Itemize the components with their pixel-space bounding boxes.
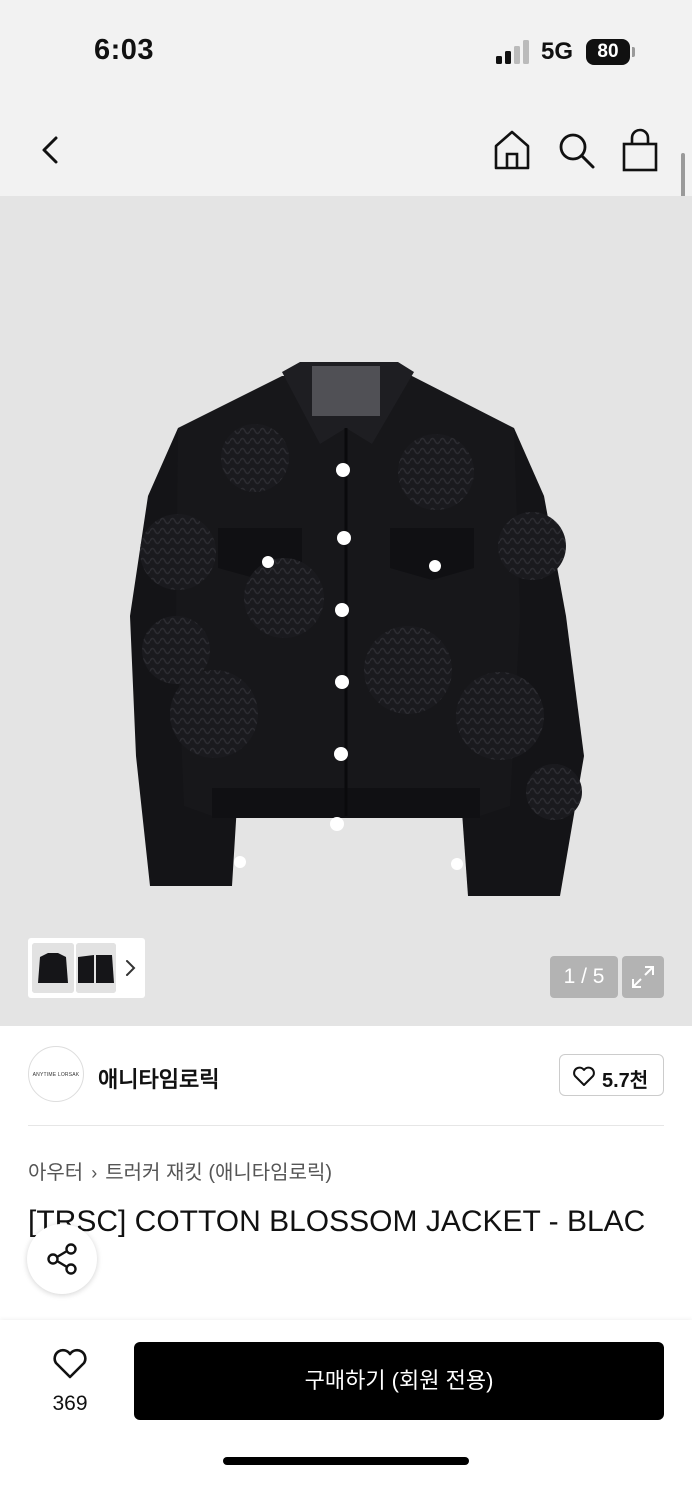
- bottom-bar: 369 구매하기 (회원 전용): [0, 1320, 692, 1500]
- breadcrumb-subcategory[interactable]: 트러커 재킷 (애니타임로릭): [105, 1162, 332, 1184]
- signal-icon: [496, 40, 529, 64]
- product-gallery[interactable]: 1 / 5: [0, 196, 692, 1026]
- heart-icon: [53, 1348, 87, 1379]
- search-icon[interactable]: [556, 130, 596, 170]
- expand-icon: [632, 966, 654, 988]
- chevron-right-icon[interactable]: [124, 958, 136, 978]
- brand-logo[interactable]: ANYTIME LORSAK: [28, 1046, 84, 1102]
- brand-row: ANYTIME LORSAK 애니타임로릭 5.7천: [0, 1026, 692, 1126]
- share-button[interactable]: [27, 1224, 97, 1294]
- divider: [28, 1125, 664, 1126]
- product-title: [TRSC] COTTON BLOSSOM JACKET - BLAC: [28, 1205, 646, 1238]
- image-counter: 1 / 5: [550, 956, 618, 998]
- back-icon[interactable]: [36, 130, 64, 170]
- battery-icon: 80: [586, 39, 630, 65]
- top-nav: [0, 100, 692, 196]
- status-time: 6:03: [94, 34, 155, 66]
- wishlist-button[interactable]: 369: [28, 1346, 112, 1426]
- chevron-right-icon: ›: [91, 1163, 98, 1183]
- thumbnail-1[interactable]: [32, 943, 74, 993]
- thumbnail-strip[interactable]: [28, 938, 145, 998]
- breadcrumb: 아우터 › 트러커 재킷 (애니타임로릭): [28, 1156, 332, 1185]
- home-icon[interactable]: [492, 128, 532, 172]
- shopping-bag-icon[interactable]: [620, 128, 660, 172]
- home-indicator: [223, 1457, 469, 1465]
- brand-name[interactable]: 애니타임로릭: [98, 1062, 219, 1094]
- heart-icon: [573, 1066, 595, 1086]
- share-icon: [47, 1243, 77, 1275]
- status-bar: 6:03 5G 80: [0, 0, 692, 100]
- brand-like-button[interactable]: 5.7천: [559, 1054, 664, 1096]
- brand-like-count: 5.7천: [602, 1070, 649, 1092]
- wishlist-count: 369: [52, 1392, 88, 1415]
- network-label: 5G: [541, 38, 574, 65]
- expand-button[interactable]: [622, 956, 664, 998]
- battery-tip: [632, 47, 635, 57]
- thumbnail-3[interactable]: [94, 943, 116, 993]
- product-image[interactable]: [0, 196, 692, 1026]
- breadcrumb-category[interactable]: 아우터: [28, 1162, 83, 1184]
- buy-button[interactable]: 구매하기 (회원 전용): [134, 1342, 664, 1420]
